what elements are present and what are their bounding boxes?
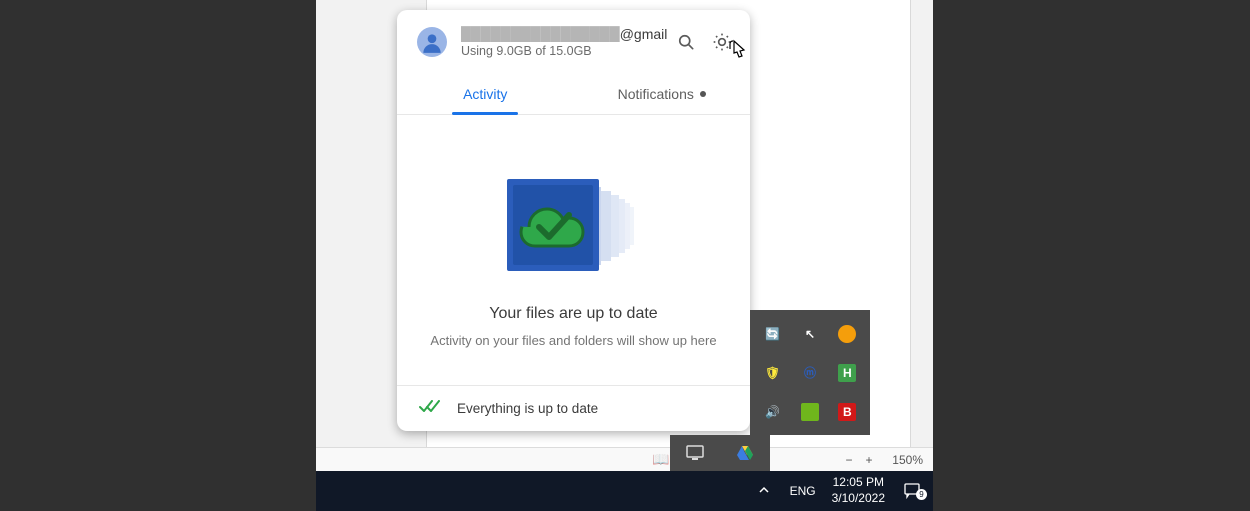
tab-activity-label: Activity <box>463 86 507 102</box>
zoom-level[interactable]: 150% <box>883 453 923 467</box>
google-drive-panel: ████████████████@gmail.c… Using 9.0GB of… <box>397 10 750 431</box>
tray-icon-google-drive[interactable] <box>735 443 755 463</box>
notification-count-badge: 9 <box>916 489 927 500</box>
settings-button[interactable] <box>710 30 734 54</box>
document-status-bar: 📖 − + 150% <box>316 447 933 471</box>
tray-icon-pointer[interactable]: ↖ <box>801 325 819 343</box>
zoom-in-button[interactable]: + <box>863 453 875 467</box>
account-email: ████████████████@gmail.c… <box>461 26 668 42</box>
tray-icon-sync[interactable]: 🔄 <box>764 325 782 343</box>
footer-status-text: Everything is up to date <box>457 401 598 416</box>
action-center-button[interactable]: 9 <box>891 481 933 502</box>
tray-icon-sound[interactable]: 🔊 <box>764 403 782 421</box>
tray-icon-browser[interactable] <box>838 325 856 343</box>
tray-icon-monitor[interactable] <box>685 443 705 463</box>
files-synced-illustration <box>489 165 659 285</box>
clock-date: 3/10/2022 <box>832 491 885 507</box>
language-indicator[interactable]: ENG <box>780 484 826 498</box>
notification-dot-icon <box>700 91 706 97</box>
system-tray-flyout: 🔄 ↖ 🛡 ⓜ H 🔊 B <box>750 310 870 435</box>
storage-usage: Using 9.0GB of 15.0GB <box>461 44 668 58</box>
status-headline: Your files are up to date <box>489 305 657 323</box>
gear-icon <box>712 32 732 52</box>
chevron-up-icon <box>758 484 770 496</box>
tray-icon-h-app[interactable]: H <box>838 364 856 382</box>
drive-tabs: Activity Notifications <box>397 74 750 115</box>
search-icon <box>676 32 696 52</box>
email-hidden: ████████████████ <box>461 26 620 42</box>
tray-icon-nvidia[interactable] <box>801 403 819 421</box>
account-block[interactable]: ████████████████@gmail.c… Using 9.0GB of… <box>461 26 668 58</box>
windows-taskbar: ENG 12:05 PM 3/10/2022 9 <box>316 471 933 511</box>
tray-icon-security[interactable]: 🛡 <box>764 364 782 382</box>
zoom-out-button[interactable]: − <box>843 453 855 467</box>
tab-notifications[interactable]: Notifications <box>574 74 751 114</box>
drive-body: Your files are up to date Activity on yo… <box>397 115 750 385</box>
search-button[interactable] <box>674 30 698 54</box>
tab-notifications-label: Notifications <box>618 86 694 102</box>
avatar[interactable] <box>417 27 447 57</box>
person-icon <box>419 29 445 55</box>
clock-time: 12:05 PM <box>832 475 885 491</box>
status-subtext: Activity on your files and folders will … <box>430 333 716 348</box>
drive-header: ████████████████@gmail.c… Using 9.0GB of… <box>397 10 750 66</box>
taskbar-tray-overflow <box>670 435 770 471</box>
drive-footer: Everything is up to date <box>397 385 750 431</box>
tray-chevron-button[interactable] <box>748 484 780 499</box>
tab-activity[interactable]: Activity <box>397 74 574 114</box>
email-suffix: @gmail.c… <box>620 26 668 42</box>
tray-icon-malware[interactable]: ⓜ <box>801 364 819 382</box>
reading-view-icon[interactable]: 📖 <box>652 451 669 468</box>
tray-icon-b-app[interactable]: B <box>838 403 856 421</box>
double-check-icon <box>419 400 441 417</box>
taskbar-clock[interactable]: 12:05 PM 3/10/2022 <box>826 475 891 506</box>
